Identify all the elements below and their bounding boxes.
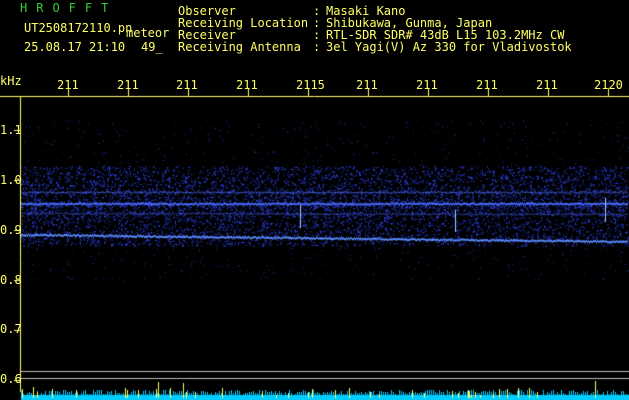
x-tick-label: 211 [57,78,79,92]
x-tick-label: 211 [176,78,198,92]
info-colon: : [313,40,321,54]
x-tick-label: 211 [117,78,139,92]
y-tick-label: 0.8 [0,273,22,287]
y-tick-label: 1.0 [0,173,22,187]
x-tick-label: 211 [416,78,438,92]
x-tick-label: 2115 [296,78,325,92]
spectrogram [0,0,629,400]
y-tick-label: 0.6 [0,372,22,386]
filename-suffix: meteor [126,26,170,40]
x-tick-label: 211 [476,78,498,92]
y-tick-label: 1.1 [0,123,22,137]
x-tick-label: 2120 [594,78,623,92]
datetime: 25.08.17 21:10 [24,40,126,54]
x-tick-label: 211 [236,78,258,92]
x-tick-label: 211 [356,78,378,92]
app-title: HROFFT [20,1,118,15]
info-label-antenna: Receiving Antenna [178,40,301,54]
info-value-antenna: 3el Yagi(V) Az 330 for Vladivostok [326,40,572,54]
y-tick-label: 0.9 [0,223,22,237]
x-tick-label: 211 [536,78,558,92]
filename: UT2508172110.pn [24,21,133,35]
y-tick-label: 0.7 [0,322,22,336]
y-axis-unit: kHz [0,74,22,88]
time-suffix: 49_ [141,40,163,54]
